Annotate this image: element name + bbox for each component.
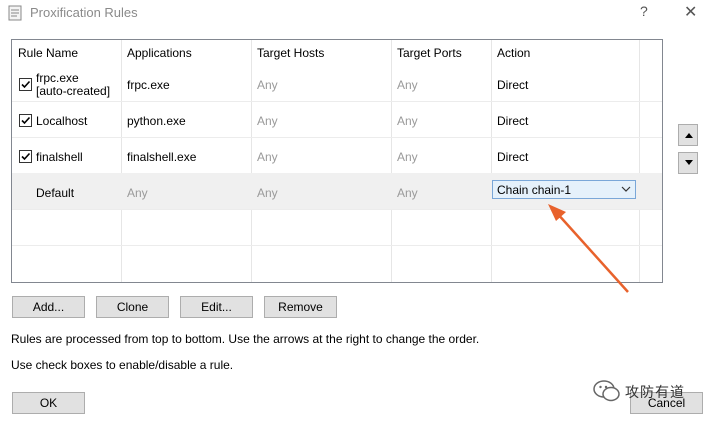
wechat-logo-icon [593,380,620,402]
annotation-arrow-icon [548,204,629,293]
watermark-text: 攻防有道 [625,384,685,400]
